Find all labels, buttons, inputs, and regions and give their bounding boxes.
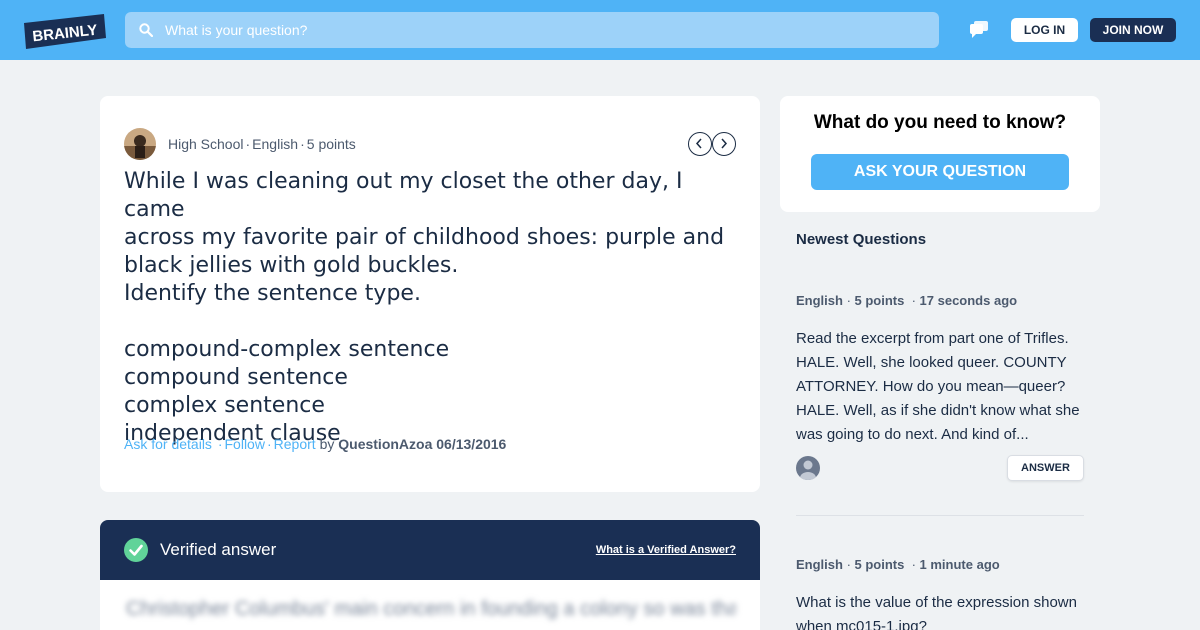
- question-date: 06/13/2016: [436, 436, 507, 452]
- newest-question-subject[interactable]: English: [796, 293, 843, 308]
- question-level[interactable]: High School: [168, 136, 244, 152]
- newest-question-points: 5 points: [854, 293, 905, 308]
- question-card: High School · English · 5 points While I was…: [100, 96, 760, 492]
- meta-separator: ·: [842, 293, 855, 308]
- follow-link[interactable]: Follow: [225, 436, 265, 452]
- join-now-button[interactable]: JOIN NOW: [1090, 18, 1176, 42]
- newest-question-item[interactable]: English · 5 points · 1 minute ago What i…: [796, 557, 1084, 630]
- asker-avatar[interactable]: [124, 128, 156, 160]
- what-is-verified-link[interactable]: What is a Verified Answer?: [596, 543, 736, 557]
- verified-answer-card: Verified answer What is a Verified Answe…: [100, 520, 760, 630]
- author-name[interactable]: QuestionAzoa: [338, 436, 432, 452]
- meta-separator: ·: [300, 136, 305, 152]
- question-line: While I was cleaning out my closet the o…: [124, 169, 690, 222]
- verified-answer-header: Verified answer What is a Verified Answe…: [100, 520, 760, 580]
- newest-question-avatar[interactable]: [796, 456, 820, 480]
- question-points: 5 points: [306, 136, 356, 152]
- question-subject[interactable]: English: [252, 136, 298, 152]
- action-separator: ·: [266, 436, 272, 452]
- user-icon: [800, 460, 816, 480]
- newest-question-points: 5 points: [854, 557, 905, 572]
- answer-button[interactable]: ANSWER: [1007, 455, 1084, 481]
- newest-question-meta: English · 5 points · 1 minute ago: [796, 557, 1084, 573]
- chevron-left-icon: [695, 138, 702, 149]
- search-icon: [139, 23, 153, 37]
- ask-question-box: What do you need to know? ASK YOUR QUEST…: [780, 96, 1100, 212]
- chat-icon[interactable]: [970, 21, 988, 38]
- action-separator: ·: [213, 436, 223, 452]
- question-meta: High School · English · 5 points: [168, 136, 356, 152]
- question-line: across my favorite pair of childhood sho…: [124, 225, 725, 250]
- login-button[interactable]: LOG IN: [1011, 18, 1078, 42]
- question-option: compound sentence: [124, 365, 348, 390]
- newest-question-time: 17 seconds ago: [919, 293, 1018, 308]
- ask-for-details-link[interactable]: Ask for details: [124, 436, 212, 452]
- brainly-logo[interactable]: BRAINLY: [24, 14, 106, 50]
- chevron-right-icon: [721, 138, 728, 149]
- verified-answer-title: Verified answer: [160, 540, 277, 559]
- previous-question-button[interactable]: [688, 132, 712, 156]
- blurred-answer-preview: Christopher Columbus' main concern in fo…: [126, 598, 736, 620]
- newest-question-item[interactable]: English · 5 points · 17 seconds ago Read…: [796, 293, 1084, 447]
- next-question-button[interactable]: [712, 132, 736, 156]
- newest-questions-heading: Newest Questions: [796, 231, 927, 248]
- newest-question-text[interactable]: Read the excerpt from part one of Trifle…: [796, 327, 1084, 447]
- search-bar[interactable]: What is your question?: [125, 12, 939, 48]
- ask-box-title: What do you need to know?: [813, 112, 1067, 133]
- question-text: While I was cleaning out my closet the o…: [124, 168, 744, 448]
- question-line: black jellies with gold buckles.: [124, 253, 459, 278]
- meta-separator: ·: [904, 557, 920, 572]
- meta-separator: ·: [904, 293, 920, 308]
- meta-separator: ·: [842, 557, 855, 572]
- ask-question-button[interactable]: ASK YOUR QUESTION: [811, 154, 1069, 190]
- newest-question-time: 1 minute ago: [919, 557, 1000, 572]
- question-actions: Ask for details · Follow · Report by Questi…: [124, 436, 506, 452]
- question-line: [124, 308, 744, 336]
- report-link[interactable]: Report: [274, 436, 316, 452]
- newest-question-meta: English · 5 points · 17 seconds ago: [796, 293, 1084, 309]
- newest-question-subject[interactable]: English: [796, 557, 843, 572]
- by-label: by: [319, 436, 335, 452]
- divider: [796, 515, 1084, 516]
- meta-separator: ·: [245, 136, 251, 152]
- question-option: compound-complex sentence: [124, 337, 450, 362]
- question-option: complex sentence: [124, 393, 325, 418]
- newest-question-text[interactable]: What is the value of the expression show…: [796, 591, 1084, 630]
- top-bar: BRAINLY What is your question? LOG IN JO…: [0, 0, 1200, 60]
- search-input[interactable]: What is your question?: [165, 22, 307, 38]
- verified-check-icon: [124, 538, 148, 562]
- question-line: Identify the sentence type.: [124, 281, 421, 306]
